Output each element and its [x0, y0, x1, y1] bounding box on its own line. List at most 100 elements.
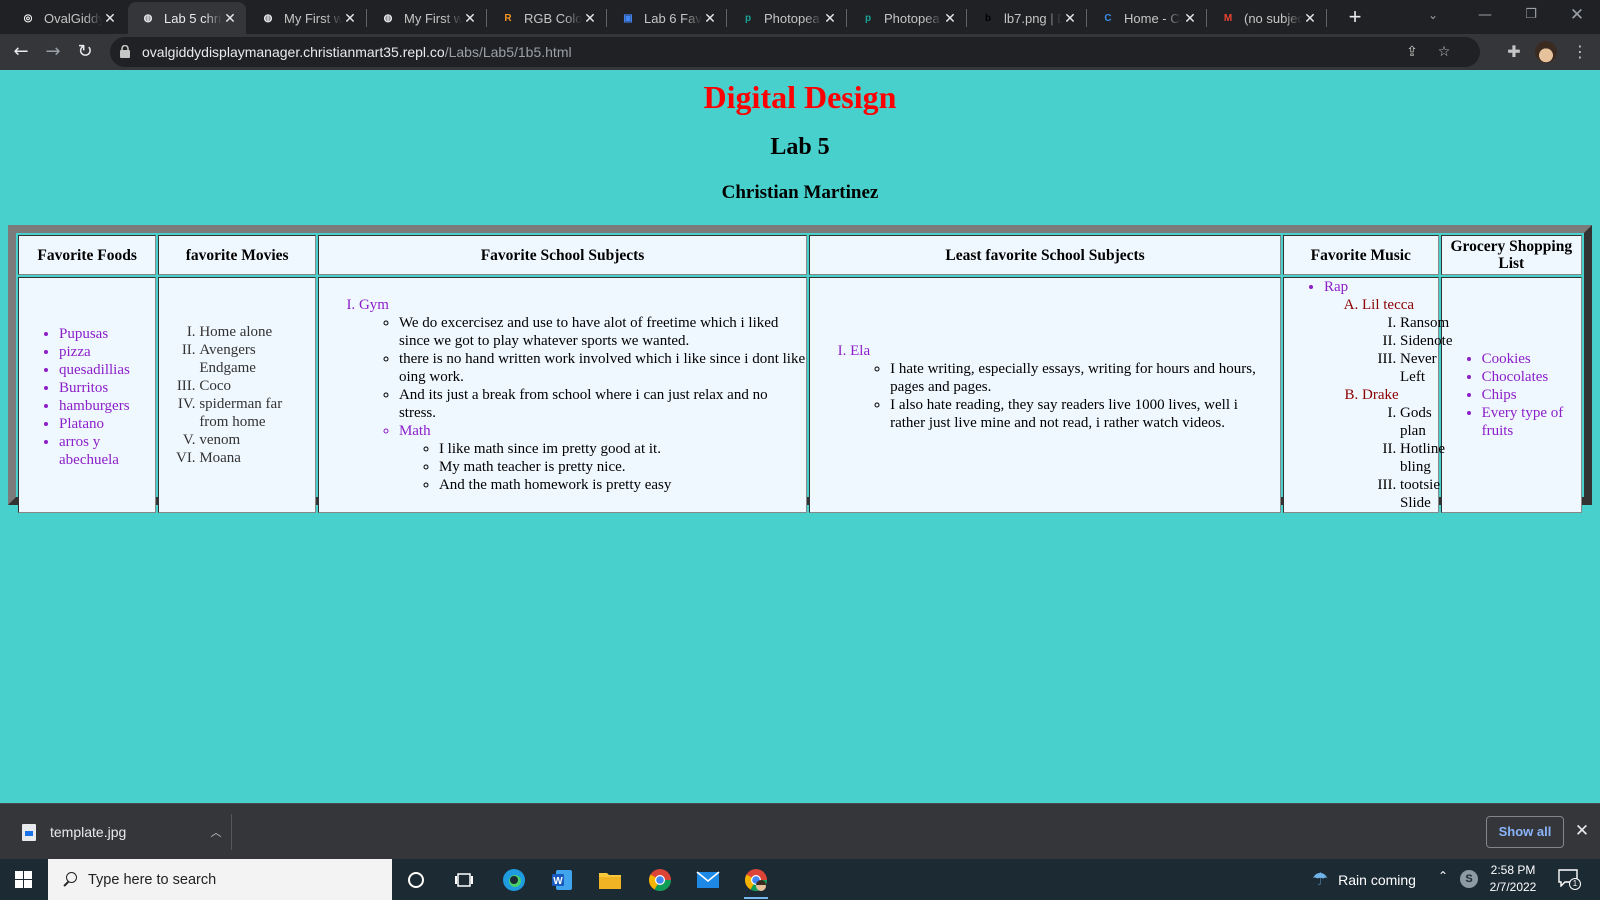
list-item: Cookies — [1482, 350, 1581, 368]
task-view-icon[interactable] — [444, 863, 484, 896]
artists-list: Lil tecca Ransom Sidenote Never Left Dra… — [1324, 296, 1453, 512]
grocery-cell: Cookies Chocolates Chips Every type of f… — [1440, 277, 1582, 513]
list-item: Never Left — [1400, 350, 1438, 386]
chrome-profile-icon[interactable] — [736, 863, 776, 899]
lock-icon[interactable] — [120, 45, 130, 58]
word-icon[interactable]: W — [542, 863, 582, 896]
table-header-row: Favorite Foods favorite Movies Favorite … — [18, 235, 1582, 275]
restore-icon[interactable]: ❐ — [1508, 0, 1554, 34]
tab-close-icon[interactable]: ✕ — [942, 10, 958, 27]
list-item: Drake Gods plan Hotline bling tootsie Sl… — [1362, 386, 1445, 512]
tab-close-icon[interactable]: ✕ — [222, 10, 238, 27]
tab-title: Photopea — [884, 10, 940, 26]
close-window-icon[interactable]: ✕ — [1554, 0, 1600, 34]
list-item: pizza — [59, 343, 155, 361]
download-item[interactable]: template.jpg ︿ — [12, 814, 232, 850]
songs-list: Ransom Sidenote Never Left — [1362, 314, 1453, 386]
mail-icon[interactable] — [688, 863, 728, 896]
browser-tab[interactable]: M (no subject)✕ — [1208, 2, 1326, 34]
weather-text: Rain coming — [1338, 871, 1416, 888]
address-bar[interactable]: ovalgiddydisplaymanager.christianmart35.… — [110, 37, 1480, 67]
notification-center-icon[interactable]: 1 — [1558, 869, 1581, 890]
photopea-icon: p — [744, 12, 752, 24]
browser-tab[interactable]: ▣ Lab 6 Favicon✕ — [608, 2, 726, 34]
cortana-icon[interactable] — [396, 863, 436, 896]
forward-arrow-icon[interactable]: → — [38, 37, 68, 67]
windows-start-icon[interactable] — [0, 859, 48, 900]
chrome-icon[interactable] — [640, 863, 680, 896]
dropbox-icon: b — [984, 12, 992, 24]
math-notes-list: I like math since im pretty good at it. … — [399, 440, 806, 494]
tab-title: Photopea — [764, 10, 820, 26]
tab-title: My First webpage — [284, 10, 342, 26]
tab-close-icon[interactable]: ✕ — [1302, 10, 1318, 27]
globe-icon: ◍ — [143, 12, 153, 24]
tab-close-icon[interactable]: ✕ — [1062, 10, 1078, 27]
tab-close-icon[interactable]: ✕ — [1182, 10, 1198, 27]
tab-close-icon[interactable]: ✕ — [702, 10, 718, 27]
skype-icon[interactable]: S — [1460, 870, 1478, 888]
tab-separator — [1326, 9, 1327, 27]
clock-date: 2/7/2022 — [1489, 880, 1537, 894]
tab-separator — [366, 9, 367, 27]
tab-close-icon[interactable]: ✕ — [822, 10, 838, 27]
list-item: Every type of fruits — [1482, 404, 1581, 440]
list-item: And the math homework is pretty easy — [439, 476, 806, 494]
favorites-table: Favorite Foods favorite Movies Favorite … — [16, 233, 1584, 515]
gym-notes-list: We do excercisez and use to have alot of… — [359, 314, 806, 422]
list-item: Gods plan — [1400, 404, 1438, 440]
tab-close-icon[interactable]: ✕ — [102, 10, 118, 27]
songs-list: Gods plan Hotline bling tootsie Slide — [1362, 404, 1445, 512]
extensions-puzzle-icon[interactable]: ✚ — [1502, 40, 1526, 64]
browser-tab[interactable]: ◍ Lab 5 christian martinez✕ — [128, 2, 246, 34]
list-item: Home alone — [199, 323, 315, 341]
browser-tab[interactable]: ◎ OvalGiddyDisplayManager✕ — [8, 2, 126, 34]
taskbar-search-input[interactable]: Type here to search — [48, 859, 392, 900]
browser-tab[interactable]: p Photopea ✕ — [848, 2, 966, 34]
weather-widget[interactable]: ☂ Rain coming — [1312, 859, 1416, 900]
reload-icon[interactable]: ↻ — [70, 37, 100, 67]
subject-math: Math — [398, 423, 431, 439]
profile-avatar[interactable] — [1535, 41, 1557, 63]
browser-tab[interactable]: b lb7.png | Dropbox✕ — [968, 2, 1086, 34]
browser-tab[interactable]: R RGB Color Codes✕ — [488, 2, 606, 34]
new-tab-button[interactable]: + — [1342, 4, 1368, 30]
chevron-up-icon[interactable]: ︿ — [201, 824, 231, 840]
browser-tab[interactable]: C Home - Canva✕ — [1088, 2, 1206, 34]
tab-close-icon[interactable]: ✕ — [462, 10, 478, 27]
tab-separator — [846, 9, 847, 27]
system-clock[interactable]: 2:58 PM 2/7/2022 — [1482, 862, 1544, 896]
tab-search-icon[interactable]: ⌄ — [1410, 0, 1456, 34]
tab-close-icon[interactable]: ✕ — [342, 10, 358, 27]
edge-icon[interactable] — [494, 863, 534, 896]
clock-time: 2:58 PM — [1490, 863, 1536, 877]
tab-separator — [1206, 9, 1207, 27]
list-item: I like math since im pretty good at it. — [439, 440, 806, 458]
bookmark-star-icon[interactable]: ☆ — [1434, 42, 1454, 62]
chevron-up-icon[interactable]: ⌃ — [1438, 869, 1448, 883]
browser-menu-icon[interactable]: ⋮ — [1568, 40, 1592, 64]
list-item: Sidenote — [1400, 332, 1453, 350]
show-all-button[interactable]: Show all — [1486, 816, 1564, 848]
browser-tab[interactable]: p Photopea ✕ — [728, 2, 846, 34]
close-icon[interactable]: ✕ — [1572, 820, 1592, 842]
image-file-icon — [22, 823, 36, 841]
browser-tab[interactable]: ◍ My First webpage✕ — [368, 2, 486, 34]
file-explorer-icon[interactable] — [590, 863, 630, 896]
downloads-shelf: template.jpg ︿ Show all ✕ — [0, 803, 1600, 859]
list-item: quesadillias — [59, 361, 155, 379]
browser-tab[interactable]: ◍ My First webpage✕ — [248, 2, 366, 34]
favorites-table-frame: Favorite Foods favorite Movies Favorite … — [8, 225, 1592, 513]
list-item: Chips — [1482, 386, 1581, 404]
share-icon[interactable]: ⇪ — [1402, 42, 1422, 62]
tab-close-icon[interactable]: ✕ — [582, 10, 598, 27]
tab-separator — [726, 9, 727, 27]
photopea-icon: p — [864, 12, 872, 24]
list-item: Ransom — [1400, 314, 1449, 332]
minimize-icon[interactable]: — — [1462, 0, 1508, 34]
subject-gym: Gym — [358, 297, 389, 313]
movies-cell: Home alone Avengers Endgame Coco spiderm… — [158, 277, 316, 513]
list-item: Moana — [199, 449, 315, 467]
url-text[interactable]: ovalgiddydisplaymanager.christianmart35.… — [142, 44, 572, 60]
back-arrow-icon[interactable]: ← — [6, 37, 36, 67]
